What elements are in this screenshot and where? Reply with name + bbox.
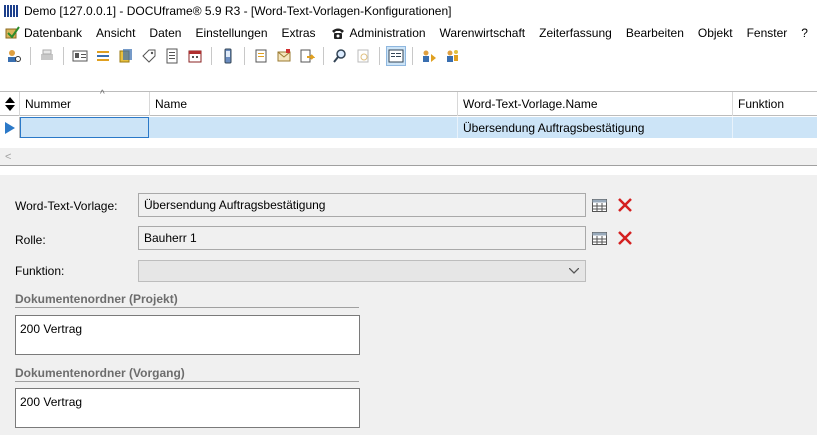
toolbar-gap <box>0 69 817 91</box>
data-grid: Nummer ^ Name Word-Text-Vorlage.Name Fun… <box>0 89 817 148</box>
vorgang-group-title: Dokumentenordner (Vorgang) <box>15 366 185 380</box>
group-divider <box>15 381 359 382</box>
toolbar-users-button[interactable] <box>419 46 439 66</box>
menu-warenwirtschaft[interactable]: Warenwirtschaft <box>440 26 533 40</box>
column-header-name[interactable]: Name <box>150 92 458 116</box>
toolbar-preview-button[interactable] <box>353 46 373 66</box>
folder-icon <box>119 49 132 63</box>
funktion-dropdown[interactable] <box>138 260 586 282</box>
pane-splitter[interactable] <box>0 165 817 175</box>
menu-einstellungen[interactable]: Einstellungen <box>195 26 274 40</box>
users-add-icon <box>447 50 458 62</box>
toolbar-document-button[interactable] <box>162 46 182 66</box>
toolbar-forward-button[interactable] <box>297 46 317 66</box>
toolbar-users-add-button[interactable] <box>442 46 462 66</box>
toolbar-separator <box>211 47 212 65</box>
menu-fenster[interactable]: Fenster <box>747 26 795 40</box>
scroll-left-icon[interactable]: < <box>5 151 11 163</box>
cell-name[interactable] <box>149 117 458 138</box>
toolbar-mail-button[interactable] <box>274 46 294 66</box>
toolbar-tag-button[interactable] <box>139 46 159 66</box>
toolbar-separator <box>323 47 324 65</box>
toolbar-print-button[interactable] <box>37 46 57 66</box>
menu-daten[interactable]: Daten <box>149 26 188 40</box>
users-icon <box>423 50 436 62</box>
form-view-icon <box>388 49 404 63</box>
menu-ansicht[interactable]: Ansicht <box>96 26 142 40</box>
toolbar-separator <box>412 47 413 65</box>
funktion-label: Funktion: <box>15 264 65 278</box>
envelope-icon <box>277 49 291 62</box>
rolle-label: Rolle: <box>15 233 46 247</box>
menu-bearbeiten[interactable]: Bearbeiten <box>626 26 691 40</box>
menu-bar: Datenbank Ansicht Daten Einstellungen Ex… <box>0 22 817 43</box>
database-check-icon <box>5 25 20 39</box>
cell-vorlage[interactable]: Übersendung Auftragsbestätigung <box>458 117 733 138</box>
toolbar-separator <box>63 47 64 65</box>
document-icon <box>166 48 178 64</box>
menu-administration[interactable]: Administration <box>330 25 433 41</box>
cell-nummer[interactable] <box>20 117 149 138</box>
menu-extras[interactable]: Extras <box>282 26 323 40</box>
vorlage-label: Word-Text-Vorlage: <box>15 199 118 213</box>
preview-icon <box>357 49 369 63</box>
toolbar-card-button[interactable] <box>70 46 90 66</box>
group-divider <box>15 307 359 308</box>
document-arrow-icon <box>300 49 315 63</box>
column-header-vorlage[interactable]: Word-Text-Vorlage.Name <box>458 92 733 116</box>
menu-datenbank[interactable]: Datenbank <box>4 25 89 41</box>
delete-icon[interactable] <box>617 197 633 213</box>
detail-form: Word-Text-Vorlage: Übersendung Auftragsb… <box>0 175 817 435</box>
window-title: Demo [127.0.0.1] - DOCUframe® 5.9 R3 - [… <box>24 4 452 18</box>
column-header-funktion[interactable]: Funktion <box>733 92 817 116</box>
toolbar-phone-button[interactable] <box>218 46 238 66</box>
list-icon <box>97 51 109 61</box>
menu-help[interactable]: ? <box>801 26 815 40</box>
projekt-group-title: Dokumentenordner (Projekt) <box>15 292 178 306</box>
sort-ascending-icon: ^ <box>100 89 105 100</box>
row-pointer-icon <box>4 121 15 134</box>
column-header-nummer[interactable]: Nummer ^ <box>20 89 150 116</box>
toolbar-calendar-button[interactable] <box>185 46 205 66</box>
calendar-icon <box>188 50 202 63</box>
vorlage-field[interactable]: Übersendung Auftragsbestätigung <box>138 193 586 217</box>
mobile-phone-icon <box>224 48 232 64</box>
projekt-folder-textbox[interactable]: 200 Vertrag <box>15 315 360 355</box>
row-indicator <box>0 117 20 138</box>
new-document-icon <box>255 49 267 63</box>
table-picker-icon[interactable] <box>591 197 607 213</box>
title-bar: Demo [127.0.0.1] - DOCUframe® 5.9 R3 - [… <box>0 0 817 22</box>
telephone-icon <box>331 28 344 39</box>
vorgang-folder-textbox[interactable]: 200 Vertrag <box>15 388 360 428</box>
toolbar-form-view-button[interactable] <box>386 46 406 66</box>
toolbar-new-document-button[interactable] <box>251 46 271 66</box>
toolbar-search-button[interactable] <box>330 46 350 66</box>
horizontal-scrollbar[interactable]: < <box>0 148 817 165</box>
menu-zeiterfassung[interactable]: Zeiterfassung <box>539 26 619 40</box>
toolbar-folder-button[interactable] <box>116 46 136 66</box>
chevron-down-icon <box>569 268 579 274</box>
app-logo-icon <box>4 5 18 17</box>
sort-updown-icon <box>4 97 15 111</box>
printer-icon <box>41 49 53 60</box>
toolbar-separator <box>244 47 245 65</box>
grid-sort-toggle[interactable] <box>0 92 20 116</box>
toolbar-user-search-button[interactable] <box>4 46 24 66</box>
table-picker-icon[interactable] <box>591 230 607 246</box>
magnifier-icon <box>333 49 346 63</box>
toolbar-separator <box>30 47 31 65</box>
rolle-field[interactable]: Bauherr 1 <box>138 226 586 250</box>
cell-funktion[interactable] <box>733 117 817 138</box>
tag-icon <box>142 49 156 63</box>
toolbar <box>0 43 817 69</box>
address-card-icon <box>72 50 88 62</box>
menu-objekt[interactable]: Objekt <box>698 26 740 40</box>
table-row[interactable]: Übersendung Auftragsbestätigung <box>0 117 817 138</box>
user-search-icon <box>8 50 21 62</box>
toolbar-separator <box>379 47 380 65</box>
toolbar-list-button[interactable] <box>93 46 113 66</box>
grid-header: Nummer ^ Name Word-Text-Vorlage.Name Fun… <box>0 89 817 116</box>
delete-icon[interactable] <box>617 230 633 246</box>
